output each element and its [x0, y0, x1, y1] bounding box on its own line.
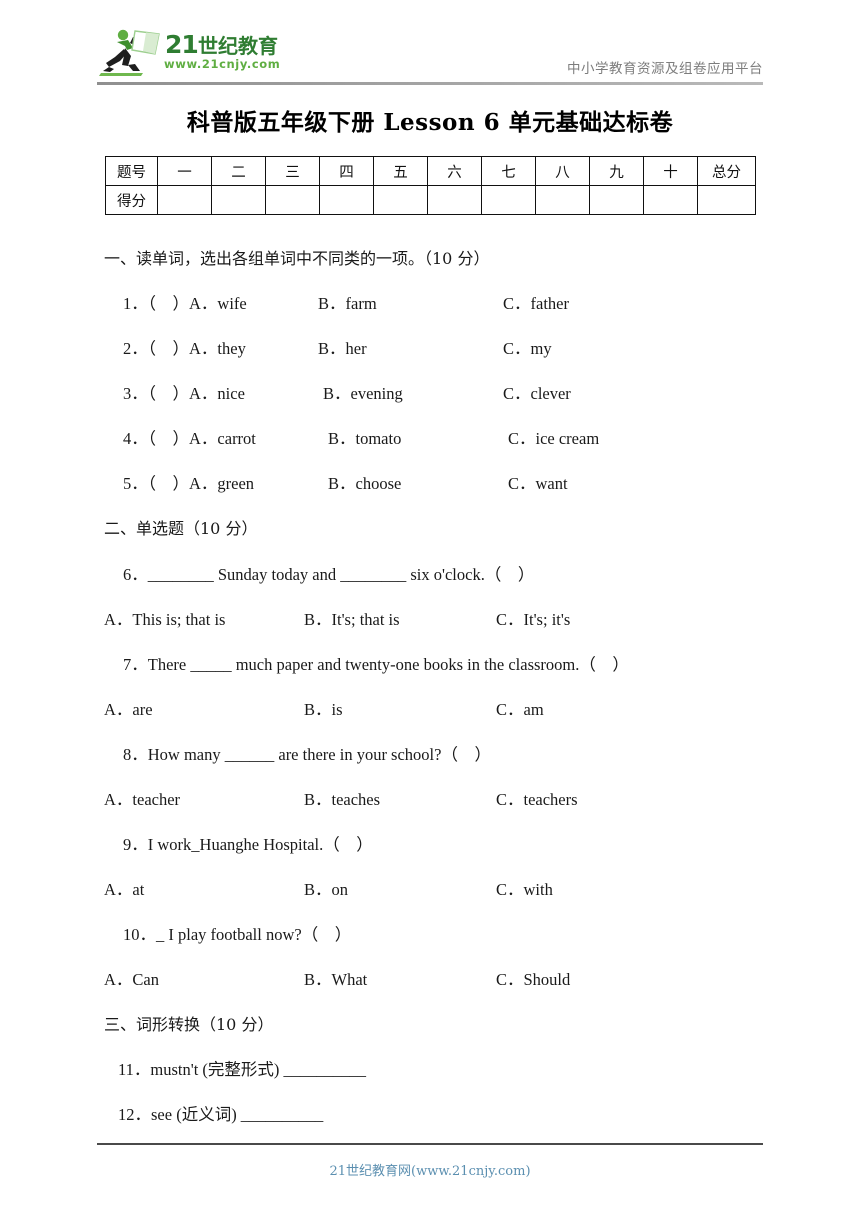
- table-row-question-numbers: 题号 一 二 三 四 五 六 七 八 九 十 总分: [105, 156, 756, 186]
- question-8-option-c[interactable]: C．teachers: [496, 786, 578, 810]
- score-cell-5[interactable]: [373, 185, 428, 215]
- question-6-option-b[interactable]: B．It's; that is: [304, 606, 400, 630]
- question-1-option-b[interactable]: B．farm: [318, 290, 377, 314]
- column-header-total: 总分: [697, 156, 756, 186]
- question-1-option-c[interactable]: C．father: [503, 290, 569, 314]
- score-cell-2[interactable]: [211, 185, 266, 215]
- column-header-9: 九: [589, 156, 644, 186]
- worksheet-page: 21 世纪教育 www.21cnjy.com 中小学教育资源及组卷应用平台 科普…: [0, 0, 860, 1216]
- question-4-stem: 4．（ ）A．carrot: [123, 429, 256, 448]
- column-header-6: 六: [427, 156, 482, 186]
- question-1-stem: 1．（ ）A．wife: [123, 294, 247, 313]
- page-title: 科普版五年级下册 Lesson 6 单元基础达标卷: [186, 109, 674, 136]
- section-heading-3: 三、词形转换（10 分）: [104, 1015, 274, 1034]
- question-2-option-c[interactable]: C．my: [503, 335, 552, 359]
- footer-divider: [97, 1143, 763, 1145]
- column-header-4: 四: [319, 156, 374, 186]
- question-9-option-a[interactable]: A．at: [104, 876, 144, 900]
- question-6-option-c[interactable]: C．It's; it's: [496, 606, 570, 630]
- row-label-question-number: 题号: [105, 156, 158, 186]
- question-7-option-a[interactable]: A．are: [104, 696, 153, 720]
- score-cell-3[interactable]: [265, 185, 320, 215]
- score-cell-7[interactable]: [481, 185, 536, 215]
- column-header-3: 三: [265, 156, 320, 186]
- question-7-option-c[interactable]: C．am: [496, 696, 544, 720]
- question-4-option-c[interactable]: C．ice cream: [508, 425, 599, 449]
- page-header: 21 世纪教育 www.21cnjy.com 中小学教育资源及组卷应用平台: [97, 26, 763, 85]
- column-header-8: 八: [535, 156, 590, 186]
- table-row-scores: 得分: [105, 185, 756, 215]
- question-6-stem: 6．________ Sunday today and ________ six…: [123, 565, 535, 584]
- header-divider: [97, 82, 763, 85]
- question-2-stem: 2．（ ）A．they: [123, 339, 246, 358]
- question-10-stem: 10．_ I play football now?（ ）: [123, 925, 352, 944]
- question-12-stem: 12．see (近义词) __________: [118, 1105, 324, 1124]
- question-8-option-a[interactable]: A．teacher: [104, 786, 180, 810]
- section-heading-2: 二、单选题（10 分）: [104, 519, 258, 538]
- column-header-7: 七: [481, 156, 536, 186]
- row-label-score: 得分: [105, 185, 158, 215]
- question-11-stem: 11．mustn't (完整形式) __________: [118, 1060, 367, 1079]
- footer-watermark: 21世纪教育网(www.21cnjy.com): [329, 1164, 531, 1179]
- question-3-stem: 3．（ ）A．nice: [123, 384, 245, 403]
- question-3-option-b[interactable]: B．evening: [323, 380, 403, 404]
- column-header-2: 二: [211, 156, 266, 186]
- question-4-option-b[interactable]: B．tomato: [328, 425, 401, 449]
- question-9-option-c[interactable]: C．with: [496, 876, 553, 900]
- score-cell-total[interactable]: [697, 185, 756, 215]
- question-5-stem: 5．（ ）A．green: [123, 474, 255, 493]
- score-cell-10[interactable]: [643, 185, 698, 215]
- svg-text:世纪教育: 世纪教育: [198, 34, 278, 58]
- column-header-10: 十: [643, 156, 698, 186]
- question-10-option-a[interactable]: A．Can: [104, 966, 159, 990]
- score-cell-4[interactable]: [319, 185, 374, 215]
- question-10-option-c[interactable]: C．Should: [496, 966, 570, 990]
- header-tagline: 中小学教育资源及组卷应用平台: [567, 61, 763, 77]
- column-header-5: 五: [373, 156, 428, 186]
- svg-text:www.21cnjy.com: www.21cnjy.com: [164, 57, 280, 71]
- score-cell-6[interactable]: [427, 185, 482, 215]
- question-10-option-b[interactable]: B．What: [304, 966, 367, 990]
- question-8-option-b[interactable]: B．teaches: [304, 786, 380, 810]
- question-9-stem: 9．I work_Huanghe Hospital.（ ）: [123, 835, 373, 854]
- question-3-option-c[interactable]: C．clever: [503, 380, 571, 404]
- score-cell-1[interactable]: [157, 185, 212, 215]
- score-cell-9[interactable]: [589, 185, 644, 215]
- question-8-stem: 8．How many ______ are there in your scho…: [123, 745, 491, 764]
- site-logo: 21 世纪教育 www.21cnjy.com: [97, 26, 287, 78]
- score-cell-8[interactable]: [535, 185, 590, 215]
- question-7-stem: 7．There _____ much paper and twenty-one …: [123, 655, 629, 674]
- score-table: 题号 一 二 三 四 五 六 七 八 九 十 总分 得分: [105, 156, 756, 215]
- runner-icon: [99, 29, 160, 76]
- question-9-option-b[interactable]: B．on: [304, 876, 348, 900]
- svg-text:21: 21: [165, 30, 198, 59]
- question-7-option-b[interactable]: B．is: [304, 696, 343, 720]
- question-5-option-b[interactable]: B．choose: [328, 470, 401, 494]
- section-heading-1: 一、读单词，选出各组单词中不同类的一项。（10 分）: [104, 249, 490, 268]
- question-2-option-b[interactable]: B．her: [318, 335, 367, 359]
- question-5-option-c[interactable]: C．want: [508, 470, 568, 494]
- question-6-option-a[interactable]: A．This is; that is: [104, 606, 225, 630]
- column-header-1: 一: [157, 156, 212, 186]
